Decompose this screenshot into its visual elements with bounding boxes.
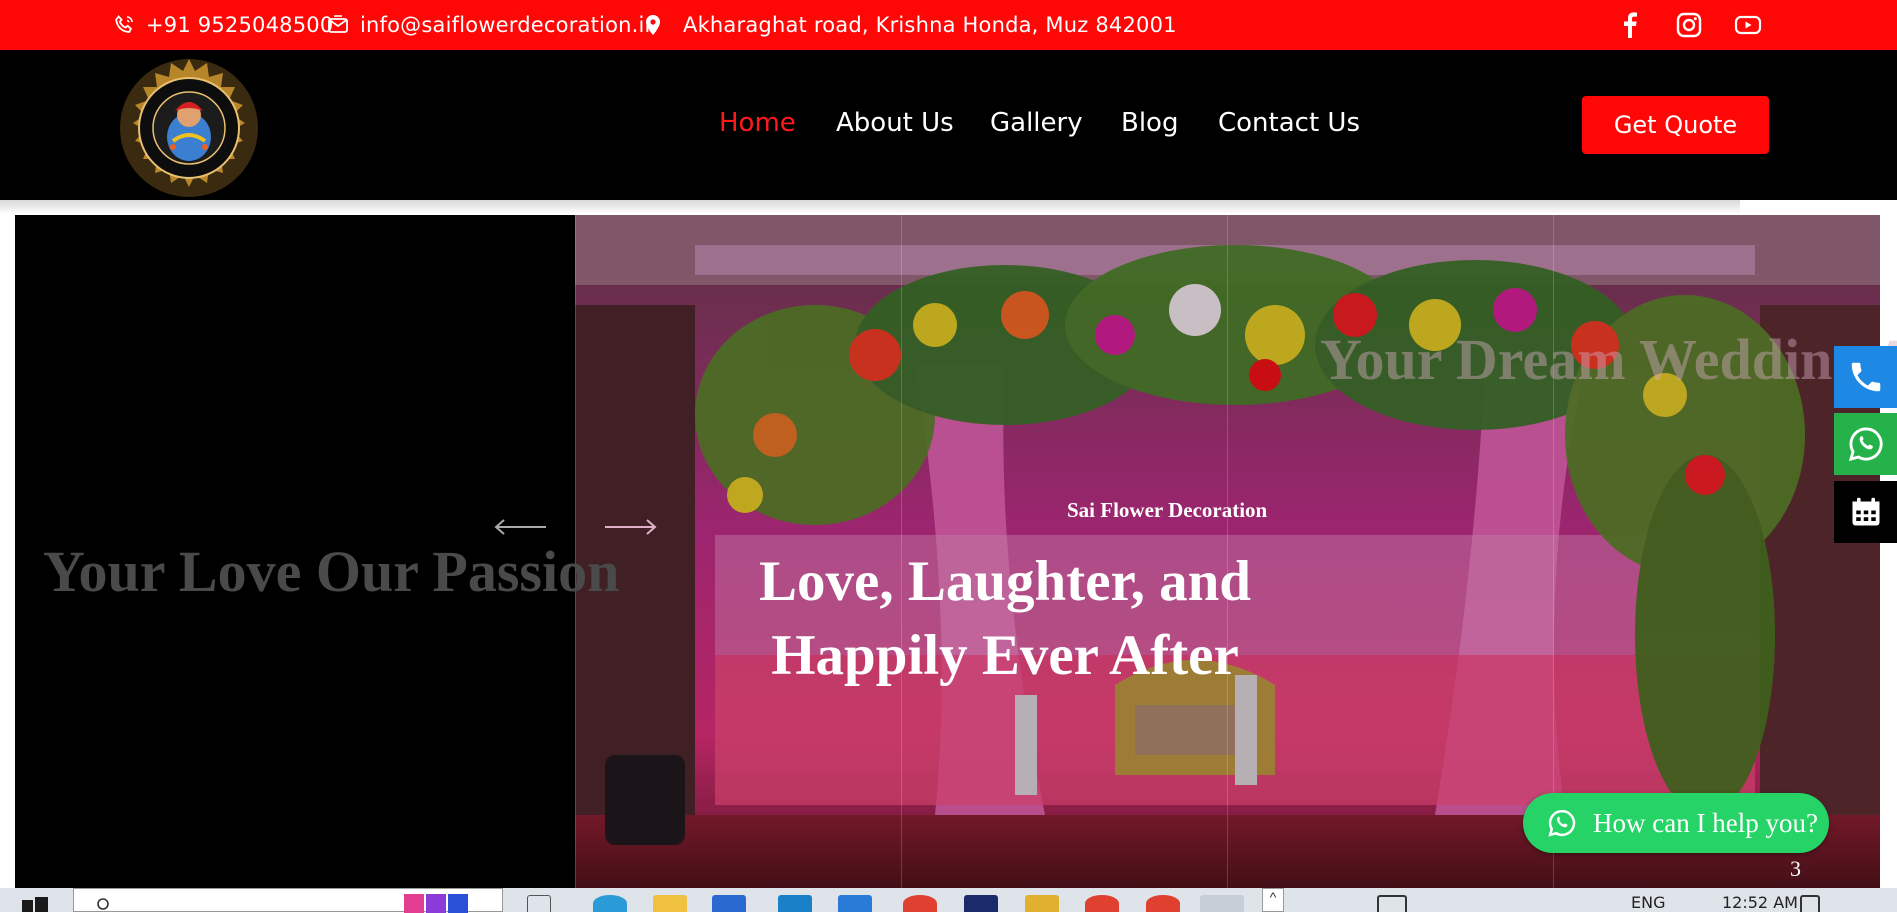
youtube-link[interactable]	[1730, 0, 1766, 50]
vscode-icon[interactable]	[838, 895, 872, 912]
instagram-icon	[1676, 12, 1702, 38]
language-indicator[interactable]: ENG	[1631, 893, 1665, 912]
instagram-link[interactable]	[1671, 0, 1707, 50]
search-icon	[97, 898, 109, 910]
nav-gallery[interactable]: Gallery	[990, 108, 1083, 138]
edge-browser-icon[interactable]	[593, 895, 627, 912]
whatsapp-icon	[1848, 427, 1883, 462]
store-app-icon[interactable]	[778, 895, 812, 912]
email-contact[interactable]: info@saiflowerdecoration.in	[326, 0, 658, 50]
nav-home[interactable]: Home	[719, 108, 796, 138]
phone-icon	[115, 15, 133, 33]
hero-title: Love, Laughter, and Happily Ever After	[759, 550, 1251, 687]
windows-start-icon[interactable]	[22, 897, 48, 912]
file-explorer-icon[interactable]	[653, 895, 687, 912]
facebook-icon	[1624, 12, 1637, 38]
call-float-button[interactable]	[1834, 346, 1897, 408]
nav-blog[interactable]: Blog	[1121, 108, 1178, 138]
mail-app-icon[interactable]	[712, 895, 746, 912]
address-contact: Akharaghat road, Krishna Honda, Muz 8420…	[641, 0, 1177, 50]
get-quote-button[interactable]: Get Quote	[1582, 96, 1769, 154]
whatsapp-help-button[interactable]: How can I help you?	[1523, 793, 1829, 853]
email-address: info@saiflowerdecoration.in	[360, 13, 659, 37]
whatsapp-icon	[1548, 809, 1576, 837]
taskbar-search-box[interactable]	[73, 888, 503, 913]
prev-slide-arrow-icon[interactable]	[492, 515, 548, 539]
taskbar-clock[interactable]: 12:52 AM	[1722, 893, 1798, 912]
facebook-link[interactable]	[1612, 0, 1648, 50]
top-contact-bar: +91 9525048500 info@saiflowerdecoration.…	[0, 0, 1897, 50]
calendar-icon	[1852, 497, 1879, 526]
hero-subtitle: Sai Flower Decoration	[1067, 498, 1268, 522]
folder-app-icon[interactable]	[1025, 895, 1059, 912]
prev-slide-title: Your Love Our Passion	[43, 539, 620, 604]
slide-counter: 3	[1790, 856, 1801, 881]
logo-emblem	[120, 59, 258, 197]
map-pin-icon	[646, 15, 660, 35]
photoshop-icon[interactable]	[964, 895, 998, 912]
chrome-icon[interactable]	[1085, 895, 1119, 912]
nav-about-us[interactable]: About Us	[836, 108, 954, 138]
chrome-active-icon[interactable]	[1200, 895, 1244, 912]
next-slide-title: Your Dream Wedding Awaits	[1320, 327, 1897, 392]
whatsapp-float-button[interactable]	[1834, 413, 1897, 475]
chrome-icon[interactable]	[903, 895, 937, 912]
chevron-up-icon[interactable]: ^	[1262, 888, 1284, 912]
site-logo[interactable]	[117, 57, 261, 199]
monitor-icon[interactable]	[1377, 895, 1407, 912]
street-address: Akharaghat road, Krishna Honda, Muz 8420…	[683, 13, 1177, 37]
help-label: How can I help you?	[1593, 807, 1818, 838]
phone-contact[interactable]: +91 9525048500	[112, 0, 333, 50]
nav-contact-us[interactable]: Contact Us	[1218, 108, 1360, 138]
phone-number: +91 9525048500	[146, 13, 334, 37]
phone-icon	[1851, 362, 1880, 392]
header-shadow	[0, 200, 1740, 214]
booking-float-button[interactable]	[1834, 481, 1897, 543]
next-slide-arrow-icon[interactable]	[603, 515, 659, 539]
task-view-icon[interactable]	[527, 895, 551, 912]
mail-icon	[328, 15, 348, 33]
notification-icon[interactable]	[1800, 895, 1820, 912]
youtube-icon	[1734, 15, 1762, 35]
chrome-icon[interactable]	[1146, 895, 1180, 912]
